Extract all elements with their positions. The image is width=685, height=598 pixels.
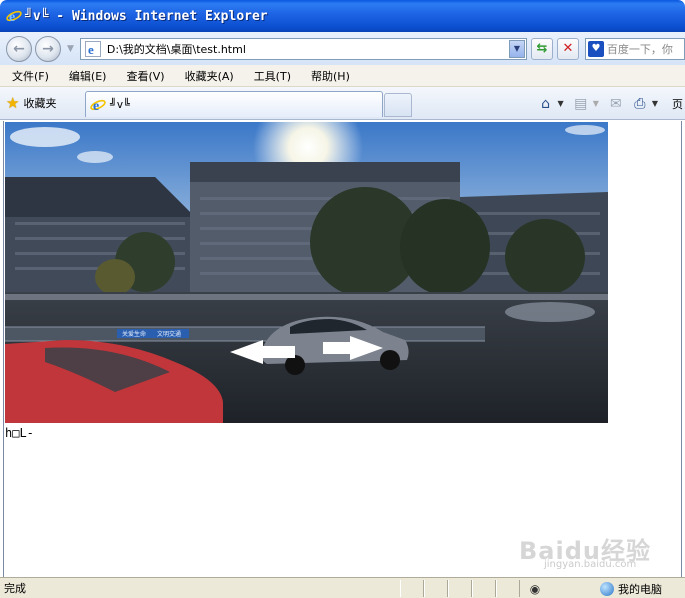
status-pane — [448, 580, 472, 597]
zone-label: 我的电脑 — [618, 582, 662, 596]
favorites-label: 收藏夹 — [23, 97, 57, 110]
address-toolbar: ← → ▼ e D:\我的文档\桌面\test.html ▼ ⇆ ✕ ♥ 百度一… — [0, 32, 685, 65]
security-zone[interactable]: 我的电脑 — [600, 579, 662, 598]
status-pane — [472, 580, 496, 597]
refresh-icon: ⇆ — [536, 41, 548, 56]
favorites-bar: ★ 收藏夹 e ╝v╚ ⌂ ▼ ▤ ▼ ✉ ⎙ ▼ 页 — [0, 87, 685, 120]
rss-feed-icon[interactable]: ▤ — [572, 95, 590, 113]
status-panes — [400, 580, 520, 597]
search-placeholder[interactable]: 百度一下，你 — [607, 41, 673, 57]
address-url[interactable]: D:\我的文档\桌面\test.html — [107, 41, 246, 57]
page-content: 关爱生命 文明交通 h□L- Baidu经验 jingyan.baidu.com — [3, 121, 682, 577]
status-pane — [424, 580, 448, 597]
sign-right: 文明交通 — [157, 330, 181, 338]
ie-logo-icon: e — [6, 10, 22, 24]
printer-icon[interactable]: ⎙ — [631, 95, 649, 113]
refresh-button[interactable]: ⇆ — [530, 37, 553, 60]
status-text: 完成 — [4, 582, 26, 595]
menu-favorites[interactable]: 收藏夹(A) — [185, 68, 234, 84]
page-icon: e — [84, 40, 101, 57]
tab-current[interactable]: e ╝v╚ — [85, 91, 383, 117]
stop-button[interactable]: ✕ — [556, 37, 579, 60]
status-bar: 完成 ◉ 我的电脑 — [0, 577, 685, 598]
menu-file[interactable]: 文件(F) — [12, 68, 49, 84]
mail-icon[interactable]: ✉ — [607, 95, 625, 113]
status-pane — [400, 580, 424, 597]
menu-edit[interactable]: 编辑(E) — [69, 68, 107, 84]
street-scene: 关爱生命 文明交通 — [5, 122, 608, 423]
baidu-watermark-url: jingyan.baidu.com — [544, 559, 637, 570]
recent-pages-dropdown[interactable]: ▼ — [67, 44, 74, 54]
window-title: ╝v╚ - Windows Internet Explorer — [25, 8, 268, 24]
favorites-button[interactable]: ★ 收藏夹 — [6, 91, 64, 115]
svg-text:e: e — [88, 42, 94, 57]
back-arrow-icon: ← — [13, 40, 25, 57]
ie-tab-icon: e — [90, 99, 106, 113]
search-input[interactable]: ♥ 百度一下，你 — [584, 37, 685, 60]
print-dropdown[interactable]: ▼ — [652, 99, 658, 108]
feeds-dropdown[interactable]: ▼ — [593, 99, 599, 108]
window-title-bar: e ╝v╚ - Windows Internet Explorer — [0, 0, 685, 32]
svg-text:e: e — [93, 99, 99, 113]
page-menu[interactable]: 页 — [672, 96, 683, 112]
chevron-down-icon: ▼ — [513, 44, 520, 53]
forward-arrow-icon: → — [42, 40, 54, 57]
back-button[interactable]: ← — [6, 35, 32, 62]
menu-help[interactable]: 帮助(H) — [311, 68, 350, 84]
new-tab-button[interactable] — [384, 93, 412, 117]
svg-text:e: e — [9, 10, 15, 24]
page-body-text: h□L- — [5, 426, 34, 440]
address-bar[interactable]: e D:\我的文档\桌面\test.html ▼ — [79, 37, 527, 60]
status-pane — [496, 580, 520, 597]
menu-view[interactable]: 查看(V) — [126, 68, 164, 84]
tab-title: ╝v╚ — [110, 98, 130, 111]
home-icon[interactable]: ⌂ — [537, 95, 555, 113]
star-icon: ★ — [6, 94, 20, 112]
privacy-eye-icon[interactable]: ◉ — [526, 580, 544, 597]
command-bar: ⌂ ▼ ▤ ▼ ✉ ⎙ ▼ 页 — [537, 87, 685, 120]
menu-tools[interactable]: 工具(T) — [254, 68, 291, 84]
forward-button[interactable]: → — [35, 35, 61, 62]
stop-icon: ✕ — [562, 41, 574, 56]
home-dropdown[interactable]: ▼ — [558, 99, 564, 108]
street-view-image[interactable]: 关爱生命 文明交通 — [5, 122, 608, 423]
sign-left: 关爱生命 — [122, 330, 146, 338]
menu-bar: 文件(F) 编辑(E) 查看(V) 收藏夹(A) 工具(T) 帮助(H) — [0, 65, 685, 87]
computer-zone-icon — [600, 581, 614, 596]
baidu-search-icon: ♥ — [587, 40, 604, 57]
address-dropdown-button[interactable]: ▼ — [508, 39, 525, 58]
